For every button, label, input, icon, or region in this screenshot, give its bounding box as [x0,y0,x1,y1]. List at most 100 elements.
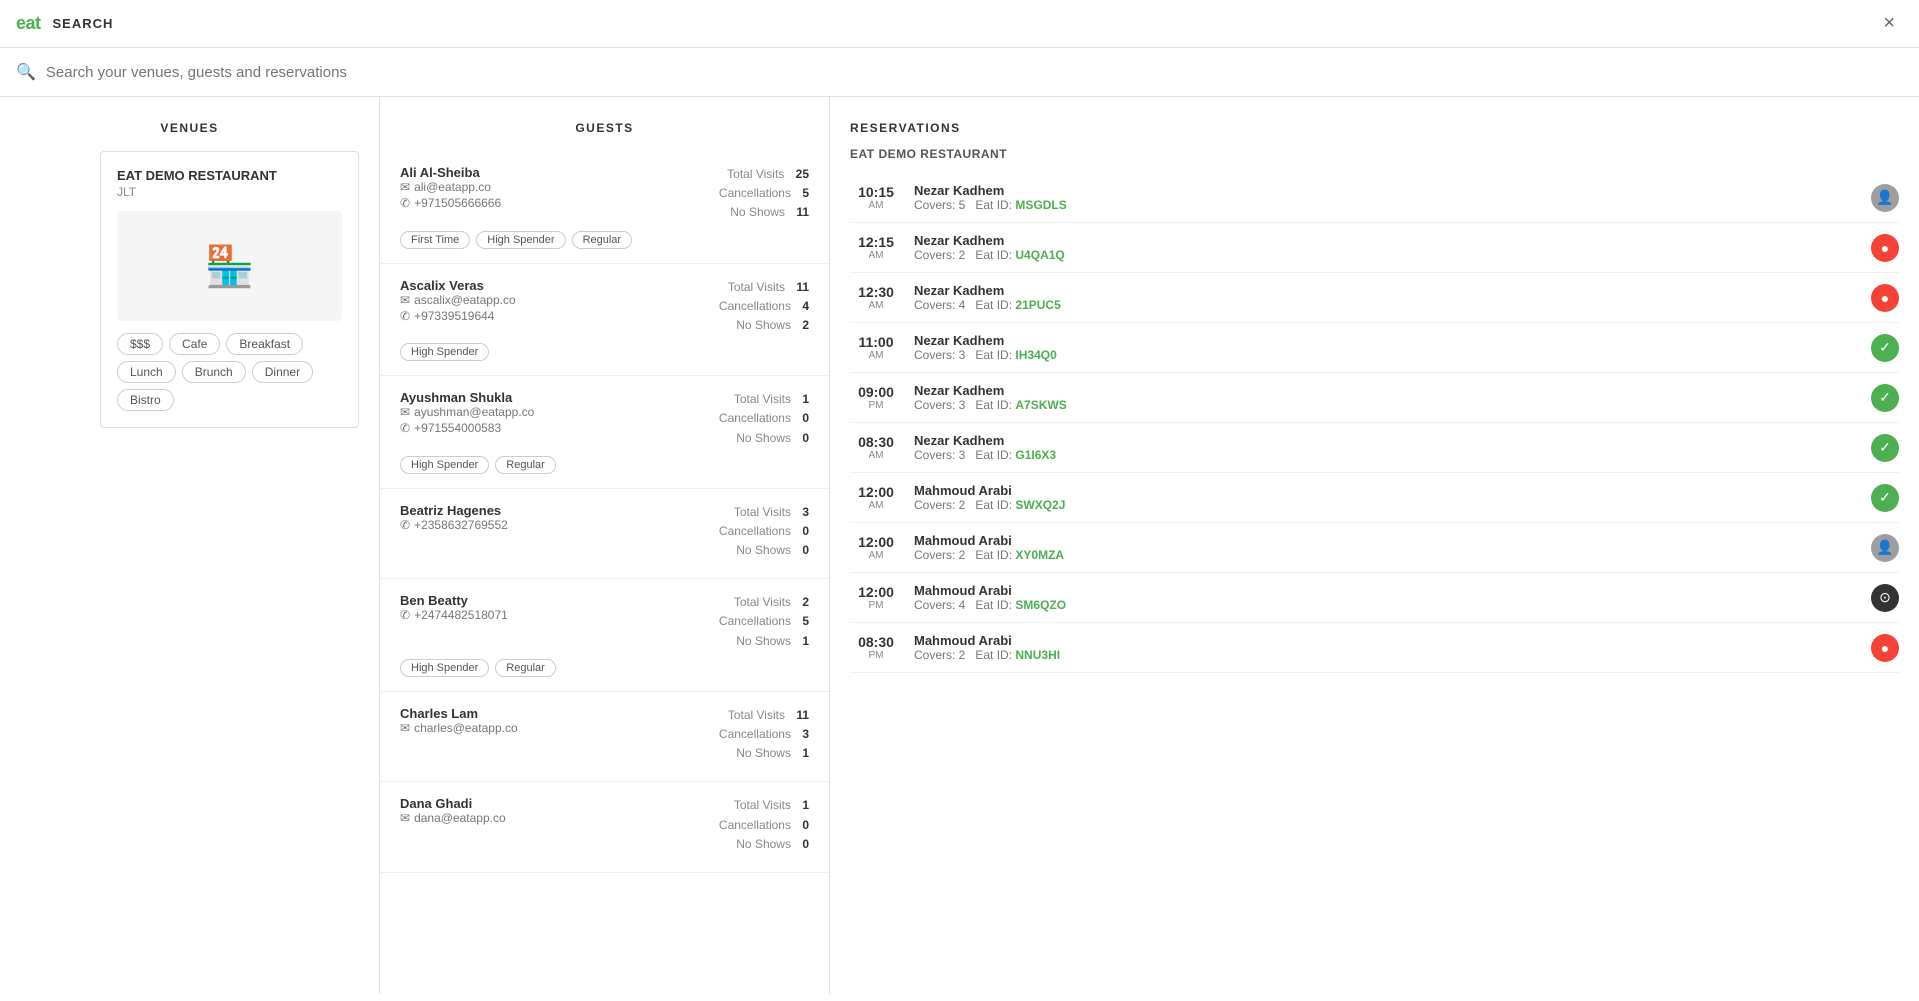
reservation-details: Nezar Kadhem Covers: 3 Eat ID: A7SKWS [914,383,1859,412]
reservation-time: 08:30 AM [850,434,902,461]
reservation-time: 12:00 AM [850,484,902,511]
logo: eat [16,13,41,34]
reservation-time-value: 12:15 [850,234,902,250]
reservation-eat-id: IH34Q0 [1015,348,1056,362]
reservation-item[interactable]: 12:00 AM Mahmoud Arabi Covers: 2 Eat ID:… [850,523,1899,573]
email-icon: ✉ [400,293,410,307]
reservation-time: 11:00 AM [850,334,902,361]
guest-name: Ali Al-Sheiba [400,165,501,180]
main-content: VENUES EAT DEMO RESTAURANT JLT 🏪 $$$Cafe… [0,97,1919,994]
reservation-details: Nezar Kadhem Covers: 5 Eat ID: MSGDLS [914,183,1859,212]
reservation-name: Nezar Kadhem [914,433,1859,448]
reservation-name: Mahmoud Arabi [914,483,1859,498]
reservation-time-value: 12:30 [850,284,902,300]
reservation-details: Mahmoud Arabi Covers: 2 Eat ID: SWXQ2J [914,483,1859,512]
guest-stats: Total Visits 11 Cancellations 3 No Shows… [719,706,809,764]
reservation-eat-id-label: Eat ID: [975,598,1012,612]
reservation-item[interactable]: 10:15 AM Nezar Kadhem Covers: 5 Eat ID: … [850,173,1899,223]
guest-item[interactable]: Ayushman Shukla ✉ ayushman@eatapp.co ✆ +… [380,376,829,489]
reservation-time: 08:30 PM [850,634,902,661]
guest-stats: Total Visits 3 Cancellations 0 No Shows … [719,503,809,561]
reservation-name: Mahmoud Arabi [914,533,1859,548]
reservation-covers-label: Covers: [914,248,955,262]
reservation-covers-label: Covers: [914,348,955,362]
reservation-details: Mahmoud Arabi Covers: 2 Eat ID: NNU3HI [914,633,1859,662]
reservation-eat-id: A7SKWS [1015,398,1066,412]
reservation-item[interactable]: 12:15 AM Nezar Kadhem Covers: 2 Eat ID: … [850,223,1899,273]
reservation-covers: Covers: 2 Eat ID: NNU3HI [914,648,1859,662]
venue-tags: $$$CafeBreakfastLunchBrunchDinnerBistro [117,333,342,411]
reservation-name: Mahmoud Arabi [914,583,1859,598]
reservation-eat-id: SM6QZO [1015,598,1066,612]
guest-item[interactable]: Ali Al-Sheiba ✉ ali@eatapp.co ✆ +9715056… [380,151,829,264]
guest-tag: High Spender [400,659,489,677]
guest-tag: High Spender [400,343,489,361]
venue-tag: Bistro [117,389,174,411]
search-input[interactable] [46,64,1903,81]
reservation-eat-id-label: Eat ID: [975,248,1012,262]
reservation-status-icon: ✓ [1871,384,1899,412]
reservation-details: Nezar Kadhem Covers: 3 Eat ID: G1I6X3 [914,433,1859,462]
guest-header: Dana Ghadi ✉ dana@eatapp.co Total Visits… [400,796,809,854]
reservation-item[interactable]: 12:00 PM Mahmoud Arabi Covers: 4 Eat ID:… [850,573,1899,623]
guest-header: Ascalix Veras ✉ ascalix@eatapp.co ✆ +973… [400,278,809,336]
reservation-time: 12:15 AM [850,234,902,261]
guest-tag: First Time [400,231,470,249]
venue-name: EAT DEMO RESTAURANT [117,168,342,183]
reservation-status-icon: 👤 [1871,184,1899,212]
guest-item[interactable]: Ben Beatty ✆ +2474482518071 Total Visits… [380,579,829,692]
guest-tags: First Time High Spender Regular [400,231,809,249]
reservation-eat-id: 21PUC5 [1015,298,1060,312]
reservation-covers: Covers: 4 Eat ID: 21PUC5 [914,298,1859,312]
guest-phone: ✆ +2474482518071 [400,608,508,622]
reservation-eat-id: SWXQ2J [1015,498,1065,512]
reservation-covers-label: Covers: [914,298,955,312]
venue-card[interactable]: EAT DEMO RESTAURANT JLT 🏪 $$$CafeBreakfa… [100,151,359,428]
reservation-name: Nezar Kadhem [914,233,1859,248]
guest-tag: High Spender [400,456,489,474]
guest-item[interactable]: Beatriz Hagenes ✆ +2358632769552 Total V… [380,489,829,580]
guest-stats: Total Visits 1 Cancellations 0 No Shows … [719,796,809,854]
venue-tag: Cafe [169,333,220,355]
guest-item[interactable]: Ascalix Veras ✉ ascalix@eatapp.co ✆ +973… [380,264,829,377]
reservation-item[interactable]: 09:00 PM Nezar Kadhem Covers: 3 Eat ID: … [850,373,1899,423]
guest-tag: Regular [495,456,556,474]
reservation-details: Nezar Kadhem Covers: 3 Eat ID: IH34Q0 [914,333,1859,362]
guest-stats: Total Visits 11 Cancellations 4 No Shows… [719,278,809,336]
phone-icon: ✆ [400,309,410,323]
reservation-eat-id: NNU3HI [1015,648,1060,662]
reservation-item[interactable]: 11:00 AM Nezar Kadhem Covers: 3 Eat ID: … [850,323,1899,373]
phone-icon: ✆ [400,421,410,435]
guest-header: Charles Lam ✉ charles@eatapp.co Total Vi… [400,706,809,764]
reservation-time-ampm: AM [850,350,902,361]
reservation-time-value: 08:30 [850,634,902,650]
guest-item[interactable]: Dana Ghadi ✉ dana@eatapp.co Total Visits… [380,782,829,873]
reservation-eat-id-label: Eat ID: [975,298,1012,312]
reservation-time-value: 12:00 [850,584,902,600]
guest-tag: High Spender [476,231,565,249]
reservation-status-icon: ● [1871,234,1899,262]
reservation-eat-id: U4QA1Q [1015,248,1064,262]
venue-tag: Breakfast [226,333,303,355]
reservation-item[interactable]: 12:30 AM Nezar Kadhem Covers: 4 Eat ID: … [850,273,1899,323]
reservation-covers-label: Covers: [914,198,955,212]
reservation-covers: Covers: 2 Eat ID: U4QA1Q [914,248,1859,262]
reservation-time-value: 09:00 [850,384,902,400]
reservation-covers: Covers: 2 Eat ID: XY0MZA [914,548,1859,562]
guest-name: Ayushman Shukla [400,390,534,405]
reservation-covers-label: Covers: [914,498,955,512]
guest-header: Ben Beatty ✆ +2474482518071 Total Visits… [400,593,809,651]
guest-stats: Total Visits 1 Cancellations 0 No Shows … [719,390,809,448]
reservation-time-value: 08:30 [850,434,902,450]
reservation-time-ampm: AM [850,200,902,211]
guest-item[interactable]: Charles Lam ✉ charles@eatapp.co Total Vi… [380,692,829,783]
reservation-item[interactable]: 08:30 PM Mahmoud Arabi Covers: 2 Eat ID:… [850,623,1899,673]
reservation-eat-id-label: Eat ID: [975,398,1012,412]
reservation-item[interactable]: 12:00 AM Mahmoud Arabi Covers: 2 Eat ID:… [850,473,1899,523]
reservation-item[interactable]: 08:30 AM Nezar Kadhem Covers: 3 Eat ID: … [850,423,1899,473]
guest-name: Charles Lam [400,706,518,721]
guest-tag: Regular [572,231,633,249]
close-button[interactable]: × [1875,8,1903,39]
reservation-name: Nezar Kadhem [914,333,1859,348]
reservation-time: 12:00 AM [850,534,902,561]
